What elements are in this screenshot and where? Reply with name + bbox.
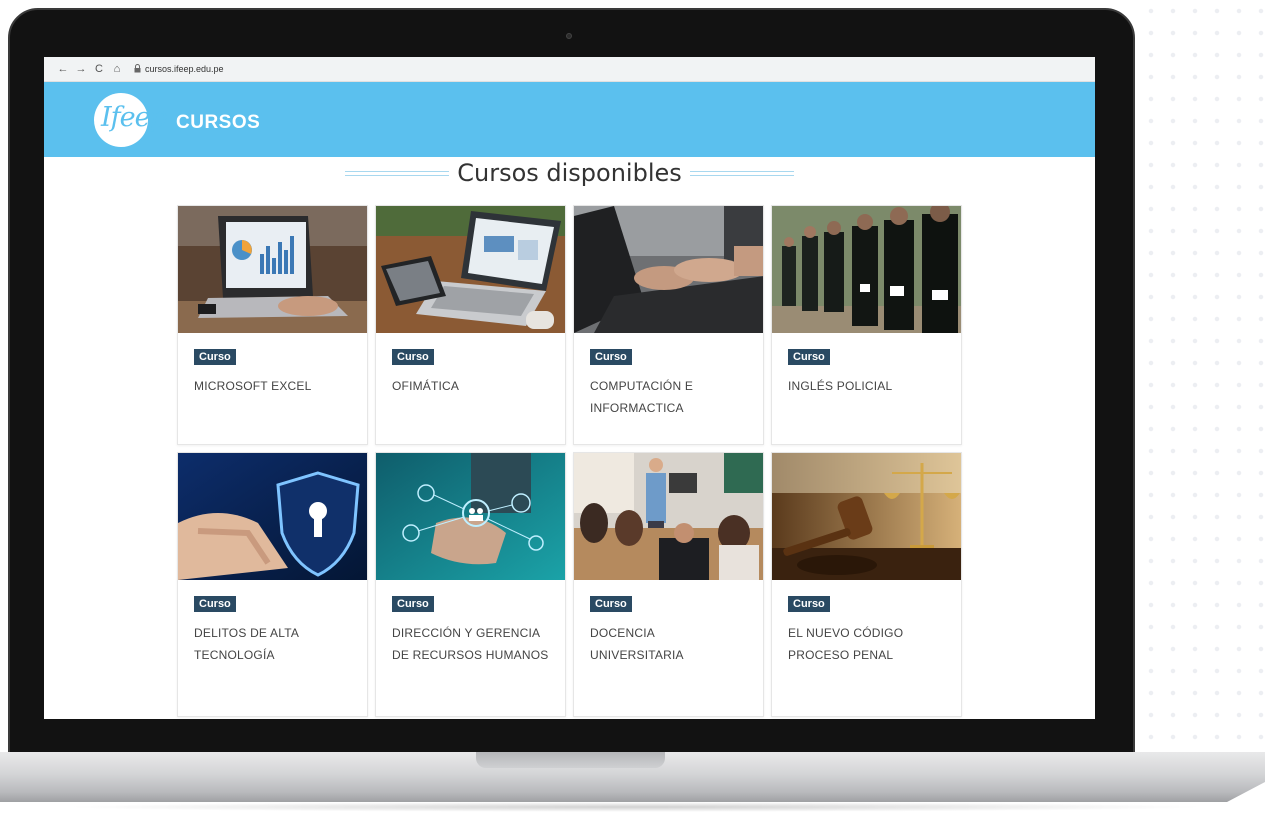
course-card[interactable]: Curso DELITOS DE ALTA TECNOLOGÍA [177, 452, 368, 717]
course-badge: Curso [392, 349, 434, 365]
course-card[interactable]: Curso DIRECCIÓN Y GERENCIA DE RECURSOS H… [375, 452, 566, 717]
course-card[interactable]: Curso EL NUEVO CÓDIGO PROCESO PENAL [771, 452, 962, 717]
course-grid: Curso MICROSOFT EXCEL Curso OFIMÁTICA Cu… [177, 205, 962, 717]
title-divider-left [345, 170, 450, 176]
course-card[interactable]: Curso INGLÉS POLICIAL [771, 205, 962, 445]
course-title[interactable]: DIRECCIÓN Y GERENCIA DE RECURSOS HUMANOS [392, 622, 553, 666]
section-heading: Cursos disponibles [44, 157, 1095, 189]
forward-arrow-icon[interactable]: → [72, 63, 90, 75]
course-image-police-parade[interactable] [772, 206, 961, 333]
browser-toolbar: ← → C ⌂ cursos.ifeep.edu.pe [44, 57, 1095, 82]
course-title[interactable]: DOCENCIA UNIVERSITARIA [590, 622, 751, 666]
course-badge: Curso [590, 596, 632, 612]
course-badge: Curso [788, 349, 830, 365]
course-image-judge-gavel[interactable] [772, 453, 961, 580]
course-image-cyber-security-shield[interactable] [178, 453, 367, 580]
course-title[interactable]: COMPUTACIÓN E INFORMACTICA [590, 375, 751, 419]
lock-icon [134, 63, 141, 75]
laptop-notch [476, 752, 665, 768]
reload-icon[interactable]: C [90, 63, 108, 75]
course-image-hr-network[interactable] [376, 453, 565, 580]
course-title[interactable]: OFIMÁTICA [392, 375, 553, 397]
course-card[interactable]: Curso DOCENCIA UNIVERSITARIA [573, 452, 764, 717]
course-image-typing-laptop[interactable] [574, 206, 763, 333]
course-title[interactable]: DELITOS DE ALTA TECNOLOGÍA [194, 622, 355, 666]
page-title: Cursos disponibles [457, 159, 682, 187]
laptop-screen: ← → C ⌂ cursos.ifeep.edu.pe Ifeep CURSOS… [44, 57, 1095, 719]
course-card[interactable]: Curso COMPUTACIÓN E INFORMACTICA [573, 205, 764, 445]
course-image-classroom-teacher[interactable] [574, 453, 763, 580]
course-card[interactable]: Curso MICROSOFT EXCEL [177, 205, 368, 445]
course-badge: Curso [392, 596, 434, 612]
course-title[interactable]: INGLÉS POLICIAL [788, 375, 949, 397]
logo-suffix[interactable]: CURSOS [176, 112, 260, 134]
course-title[interactable]: MICROSOFT EXCEL [194, 375, 355, 397]
title-divider-right [689, 170, 794, 176]
course-badge: Curso [194, 596, 236, 612]
home-icon[interactable]: ⌂ [108, 63, 126, 75]
course-badge: Curso [788, 596, 830, 612]
course-badge: Curso [194, 349, 236, 365]
address-bar-url[interactable]: cursos.ifeep.edu.pe [145, 64, 224, 74]
logo-text[interactable]: Ifeep [101, 102, 167, 133]
course-badge: Curso [590, 349, 632, 365]
course-card[interactable]: Curso OFIMÁTICA [375, 205, 566, 445]
course-image-laptop-charts[interactable] [178, 206, 367, 333]
webcam-icon [566, 33, 572, 39]
laptop-shadow [60, 802, 1210, 812]
back-arrow-icon[interactable]: ← [54, 63, 72, 75]
course-title[interactable]: EL NUEVO CÓDIGO PROCESO PENAL [788, 622, 949, 666]
site-header: Ifeep CURSOS [44, 82, 1095, 157]
course-image-laptop-tablet-desk[interactable] [376, 206, 565, 333]
background-dot-pattern [1140, 0, 1265, 760]
